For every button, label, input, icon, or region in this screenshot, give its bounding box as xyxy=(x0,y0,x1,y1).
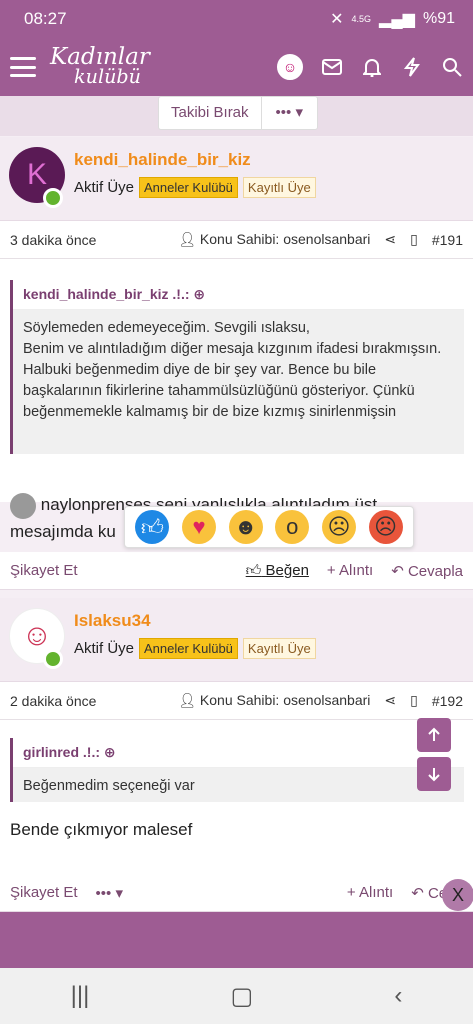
group-badge: Anneler Kulübü xyxy=(139,177,238,198)
user-avatar-icon[interactable]: ☺ xyxy=(277,54,303,80)
group-badge: Anneler Kulübü xyxy=(139,638,238,659)
user-roles: Aktif Üye Anneler Kulübü Kayıtlı Üye xyxy=(74,638,316,659)
post-actions: Şikayet Et ••• ▾ + Alıntı ↶ Ceva xyxy=(0,874,473,912)
person-icon: 👤︎ xyxy=(178,692,197,708)
thumbs-up-icon: 👍︎ xyxy=(245,561,262,579)
scroll-up-button[interactable] xyxy=(417,718,451,752)
laugh-reaction-icon[interactable]: ☻ xyxy=(228,510,263,544)
lightning-icon[interactable] xyxy=(401,56,423,78)
status-icons: ✕ 4.5G ▂▄▆ %91 xyxy=(330,9,455,29)
site-logo[interactable]: Kadınlar kulübü xyxy=(50,46,150,88)
thread-owner-label: Konu Sahibi: osenolsanbari xyxy=(199,231,371,247)
thread-actions-bar: Takibi Bırak ••• ▾ xyxy=(0,96,473,136)
post-meta: 3 dakika önce 👤︎ Konu Sahibi: osenolsanb… xyxy=(0,221,473,259)
mail-icon[interactable] xyxy=(321,56,343,78)
message-line2: mesajımda ku xyxy=(10,521,116,541)
search-icon[interactable] xyxy=(441,56,463,78)
quote-block: kendi_halinde_bir_kiz .!.: ⊕ Söylemeden … xyxy=(10,280,464,454)
reply-button[interactable]: ↶ Cevapla xyxy=(391,562,463,580)
more-actions-button[interactable]: ••• ▾ xyxy=(96,884,123,902)
thread-owner: 👤︎ Konu Sahibi: osenolsanbari xyxy=(178,692,370,709)
share-icon[interactable]: ⋖ xyxy=(384,231,396,248)
bookmark-icon[interactable]: ▯ xyxy=(410,231,418,248)
post-actions: Şikayet Et 👍︎ Beğen + Alıntı ↶ Cevapla xyxy=(0,552,473,590)
thread-owner-label: Konu Sahibi: osenolsanbari xyxy=(199,692,371,708)
user-title: Aktif Üye xyxy=(74,179,135,196)
like-button[interactable]: 👍︎ Beğen xyxy=(246,562,309,580)
avatar-initial: K xyxy=(26,158,47,191)
love-reaction-icon[interactable]: ♥ xyxy=(181,510,216,544)
post-meta: 2 dakika önce 👤︎ Konu Sahibi: osenolsanb… xyxy=(0,682,473,720)
like-reaction-icon[interactable]: 👍︎ xyxy=(135,510,170,544)
quote-author[interactable]: kendi_halinde_bir_kiz .!.: ⊕ xyxy=(13,280,464,310)
sad-reaction-icon[interactable]: ☹ xyxy=(321,510,356,544)
post-number[interactable]: #192 xyxy=(432,693,463,709)
unfollow-button[interactable]: Takibi Bırak xyxy=(159,97,262,129)
post-number[interactable]: #191 xyxy=(432,232,463,248)
member-badge: Kayıtlı Üye xyxy=(242,177,316,198)
post-header: ☺ Islaksu34 Aktif Üye Anneler Kulübü Kay… xyxy=(0,598,473,682)
logo-line2: kulübü xyxy=(74,65,142,88)
quote-text: Söylemeden edemeyeceğim. Sevgili ıslaksu… xyxy=(23,320,442,420)
status-bar: 08:27 ✕ 4.5G ▂▄▆ %91 xyxy=(0,0,473,38)
reply-label: Cevapla xyxy=(407,562,463,580)
mute-icon: ✕ xyxy=(330,11,344,28)
share-icon[interactable]: ⋖ xyxy=(384,692,396,709)
post-username[interactable]: Islaksu34 xyxy=(74,611,151,631)
reply-icon: ↶ xyxy=(391,562,404,580)
network-label: 4.5G xyxy=(351,14,372,24)
thread-owner: 👤︎ Konu Sahibi: osenolsanbari xyxy=(178,231,370,248)
like-label: Beğen xyxy=(265,561,309,579)
person-icon: 👤︎ xyxy=(178,231,197,247)
quote-text: Beğenmedim seçeneği var xyxy=(23,778,195,794)
bell-icon[interactable] xyxy=(361,56,383,78)
quote-author[interactable]: girlinred .!.: ⊕ xyxy=(13,738,464,768)
battery-label: %91 xyxy=(422,10,455,27)
quote-button[interactable]: + Alıntı xyxy=(327,562,373,579)
angry-reaction-icon[interactable]: ☹ xyxy=(368,510,403,544)
bookmark-icon[interactable]: ▯ xyxy=(410,692,418,709)
online-status-icon xyxy=(43,649,63,669)
user-title: Aktif Üye xyxy=(74,640,135,657)
footer-band xyxy=(0,912,473,968)
member-badge: Kayıtlı Üye xyxy=(242,638,316,659)
reply-icon: ↶ xyxy=(411,884,424,902)
status-time: 08:27 xyxy=(24,9,67,28)
menu-icon[interactable] xyxy=(10,57,36,77)
more-menu-button[interactable]: ••• ▾ xyxy=(262,97,317,129)
top-navbar: Kadınlar kulübü ☺ xyxy=(0,38,473,96)
post-header: K kendi_halinde_bir_kiz Aktif Üye Annele… xyxy=(0,137,473,221)
home-icon[interactable]: ▢ xyxy=(231,982,254,1011)
quote-button[interactable]: + Alıntı xyxy=(347,884,393,901)
recent-apps-icon[interactable]: ||| xyxy=(71,982,90,1010)
post-time[interactable]: 2 dakika önce xyxy=(10,693,96,709)
system-navigation: ||| ▢ ‹ xyxy=(0,968,473,1024)
post-username[interactable]: kendi_halinde_bir_kiz xyxy=(74,150,251,170)
mention-avatar xyxy=(10,492,36,519)
close-button[interactable]: X xyxy=(442,879,473,911)
post-time[interactable]: 3 dakika önce xyxy=(10,232,96,248)
scroll-down-button[interactable] xyxy=(417,757,451,791)
quote-block: girlinred .!.: ⊕ Beğenmedim seçeneği var xyxy=(10,738,464,802)
post-message: Bende çıkmıyor malesef xyxy=(10,820,193,839)
reaction-picker: 👍︎ ♥ ☻ o ☹ ☹ xyxy=(124,506,414,548)
wow-reaction-icon[interactable]: o xyxy=(275,510,310,544)
signal-icon: ▂▄▆ xyxy=(379,11,415,28)
user-roles: Aktif Üye Anneler Kulübü Kayıtlı Üye xyxy=(74,177,316,198)
back-icon[interactable]: ‹ xyxy=(394,982,402,1010)
report-button[interactable]: Şikayet Et xyxy=(10,884,78,901)
report-button[interactable]: Şikayet Et xyxy=(10,562,78,579)
online-status-icon xyxy=(43,188,63,208)
